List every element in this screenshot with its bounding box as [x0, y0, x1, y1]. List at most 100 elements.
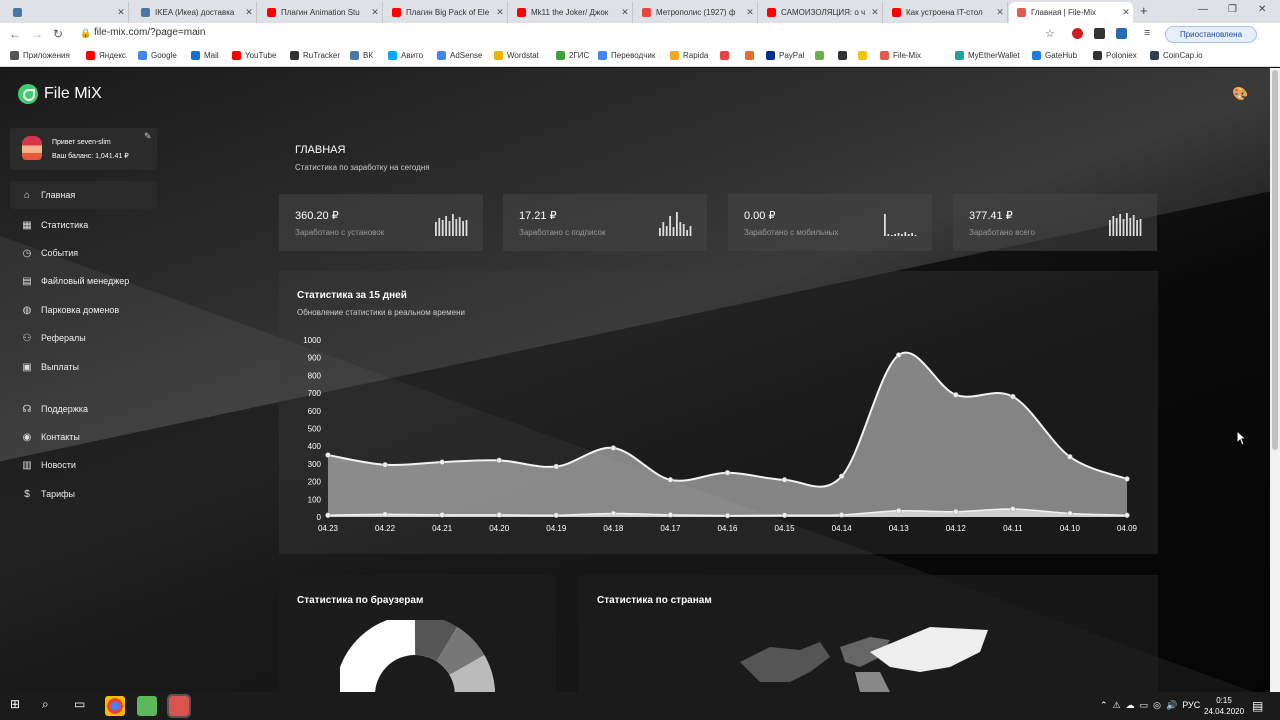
- logo-text: File MiX: [44, 85, 102, 102]
- bookmark-item[interactable]: CoinCap.io: [1150, 51, 1203, 60]
- tab-favicon-icon: [892, 8, 901, 17]
- profile-paused-button[interactable]: Приостановлена: [1165, 26, 1257, 43]
- browser-tab[interactable]: Плагин Animation Stu ✕: [259, 2, 383, 23]
- sidebar-item-11[interactable]: $ Тарифы: [10, 480, 157, 508]
- bookmark-item[interactable]: [838, 51, 851, 60]
- bookmark-item[interactable]: Приложения: [10, 51, 70, 60]
- edit-icon[interactable]: ✎: [144, 131, 152, 142]
- bookmark-favicon-icon: [388, 51, 397, 60]
- language-indicator[interactable]: РУС: [1182, 700, 1200, 710]
- bookmark-item[interactable]: [858, 51, 871, 60]
- playlist-icon[interactable]: ≡: [1144, 27, 1150, 39]
- mini-bar: [894, 234, 896, 236]
- bookmark-item[interactable]: Wordstat: [494, 51, 539, 60]
- mini-bar: [1115, 218, 1118, 236]
- data-point: [325, 512, 331, 518]
- tab-close-icon[interactable]: ✕: [242, 7, 256, 18]
- browser-tab[interactable]: Главная | File-Mix ✕: [1009, 2, 1133, 23]
- tab-title: Mk11 the Joker/ Джок: [531, 8, 609, 17]
- forward-icon[interactable]: →: [31, 27, 43, 41]
- bookmark-item[interactable]: File-Mix: [880, 51, 921, 60]
- restore-icon[interactable]: ❐: [1228, 4, 1237, 15]
- tab-close-icon[interactable]: ✕: [1119, 7, 1133, 18]
- palette-icon[interactable]: 🎨: [1232, 86, 1248, 102]
- task-view-icon[interactable]: ▭: [74, 697, 85, 711]
- tab-close-icon[interactable]: ✕: [618, 7, 632, 18]
- sidebar-item-3[interactable]: ◷ События: [10, 239, 157, 267]
- sidebar-item-1[interactable]: ⌂ Главная: [10, 181, 157, 209]
- bookmark-item[interactable]: Poloniex: [1093, 51, 1137, 60]
- sidebar-item-5[interactable]: ◍ Парковка доменов: [10, 296, 157, 324]
- browser-tab[interactable]: Метрополис (1927) ф ✕: [634, 2, 758, 23]
- chrome-taskbar-icon[interactable]: [105, 696, 125, 716]
- bookmark-item[interactable]: GateHub: [1032, 51, 1077, 60]
- bookmark-item[interactable]: AdSense: [437, 51, 482, 60]
- bookmark-item[interactable]: RuTracker: [290, 51, 340, 60]
- bookmark-item[interactable]: 2ГИС: [556, 51, 589, 60]
- x-tick-label: 04.22: [375, 524, 396, 533]
- recorder-taskbar-icon[interactable]: [167, 694, 191, 718]
- browser-tab[interactable]: IKEA (Икеа) доставка ✕: [133, 2, 257, 23]
- browser-tab[interactable]: Плагин Big Pack of Ele ✕: [384, 2, 508, 23]
- reload-icon[interactable]: ↻: [53, 27, 63, 41]
- bookmark-item[interactable]: Яндекс: [86, 51, 126, 60]
- opera-extension-icon[interactable]: [1072, 28, 1083, 39]
- vpn-extension-icon[interactable]: [1116, 28, 1127, 39]
- bookmark-item[interactable]: [745, 51, 758, 60]
- bookmark-item[interactable]: PayPal: [766, 51, 804, 60]
- sidebar-item-2[interactable]: ▦ Статистика: [10, 211, 157, 239]
- data-point: [953, 392, 959, 398]
- url-field[interactable]: file-mix.com/?page=main: [94, 27, 205, 38]
- close-window-icon[interactable]: ✕: [1258, 4, 1266, 15]
- bookmark-item[interactable]: MyEtherWallet: [955, 51, 1020, 60]
- scrollbar-thumb[interactable]: [1272, 70, 1278, 450]
- data-point: [1010, 393, 1016, 400]
- bookmark-item[interactable]: Google: [138, 51, 177, 60]
- stat-card-value: 0.00 ₽: [744, 210, 776, 222]
- bookmark-label: 2ГИС: [569, 51, 590, 60]
- bookmark-item[interactable]: Rapida: [670, 51, 708, 60]
- new-tab-button[interactable]: +: [1140, 3, 1148, 18]
- back-icon[interactable]: ←: [9, 27, 21, 41]
- user-balance: Ваш баланс: 1,041.41 ₽: [52, 153, 129, 160]
- tab-close-icon[interactable]: ✕: [493, 7, 507, 18]
- browser-tab[interactable]: Mk11 the Joker/ Джок ✕: [509, 2, 633, 23]
- extension-icon[interactable]: [1094, 28, 1105, 39]
- bookmark-item[interactable]: Авито: [388, 51, 423, 60]
- tab-close-icon[interactable]: ✕: [114, 7, 128, 18]
- sidebar-item-4[interactable]: ▤ Файловый менеджер: [10, 267, 157, 295]
- x-tick-label: 04.14: [832, 524, 853, 533]
- camtasia-taskbar-icon[interactable]: [137, 696, 157, 716]
- sidebar-item-9[interactable]: ◉ Контакты: [10, 423, 157, 451]
- bookmark-item[interactable]: Переводчик: [598, 51, 655, 60]
- notification-icon[interactable]: ▤: [1252, 699, 1263, 713]
- system-tray[interactable]: ⌃ ⚠ ☁ ▭ ◎ 🔊 РУС: [1100, 700, 1200, 711]
- windows-start-icon[interactable]: ⊞: [10, 697, 20, 711]
- bookmark-label: Google: [151, 51, 177, 60]
- bookmark-label: PayPal: [779, 51, 805, 60]
- data-point: [1067, 454, 1073, 460]
- tab-close-icon[interactable]: ✕: [743, 7, 757, 18]
- bookmark-star-icon[interactable]: ☆: [1045, 27, 1055, 40]
- tab-close-icon[interactable]: ✕: [993, 7, 1007, 18]
- tab-close-icon[interactable]: ✕: [368, 7, 382, 18]
- sidebar-item-7[interactable]: ▣ Выплаты: [10, 353, 157, 381]
- sidebar-item-6[interactable]: ⚇ Рефералы: [10, 324, 157, 352]
- bookmark-item[interactable]: [720, 51, 733, 60]
- browser-tab[interactable]: САМОИЗОЛЯЦИЯ: о ч ✕: [759, 2, 883, 23]
- tab-close-icon[interactable]: ✕: [868, 7, 882, 18]
- clock[interactable]: 0:15 24.04.2020: [1204, 695, 1244, 717]
- bookmark-item[interactable]: YouTube: [232, 51, 276, 60]
- tab-favicon-icon: [141, 8, 150, 17]
- bookmark-item[interactable]: ВК: [350, 51, 373, 60]
- search-icon[interactable]: ⌕: [42, 697, 49, 712]
- lock-icon[interactable]: 🔒: [80, 28, 91, 39]
- browser-tab[interactable]: ✕: [5, 2, 129, 23]
- sidebar-item-10[interactable]: ▥ Новости: [10, 451, 157, 479]
- minimize-icon[interactable]: —: [1198, 4, 1208, 15]
- site-logo[interactable]: File MiX: [18, 84, 102, 104]
- browser-tab[interactable]: Как устроена IT-стол ✕: [884, 2, 1008, 23]
- sidebar-item-8[interactable]: ☊ Поддержка: [10, 395, 157, 423]
- bookmark-item[interactable]: [815, 51, 828, 60]
- bookmark-item[interactable]: Mail: [191, 51, 219, 60]
